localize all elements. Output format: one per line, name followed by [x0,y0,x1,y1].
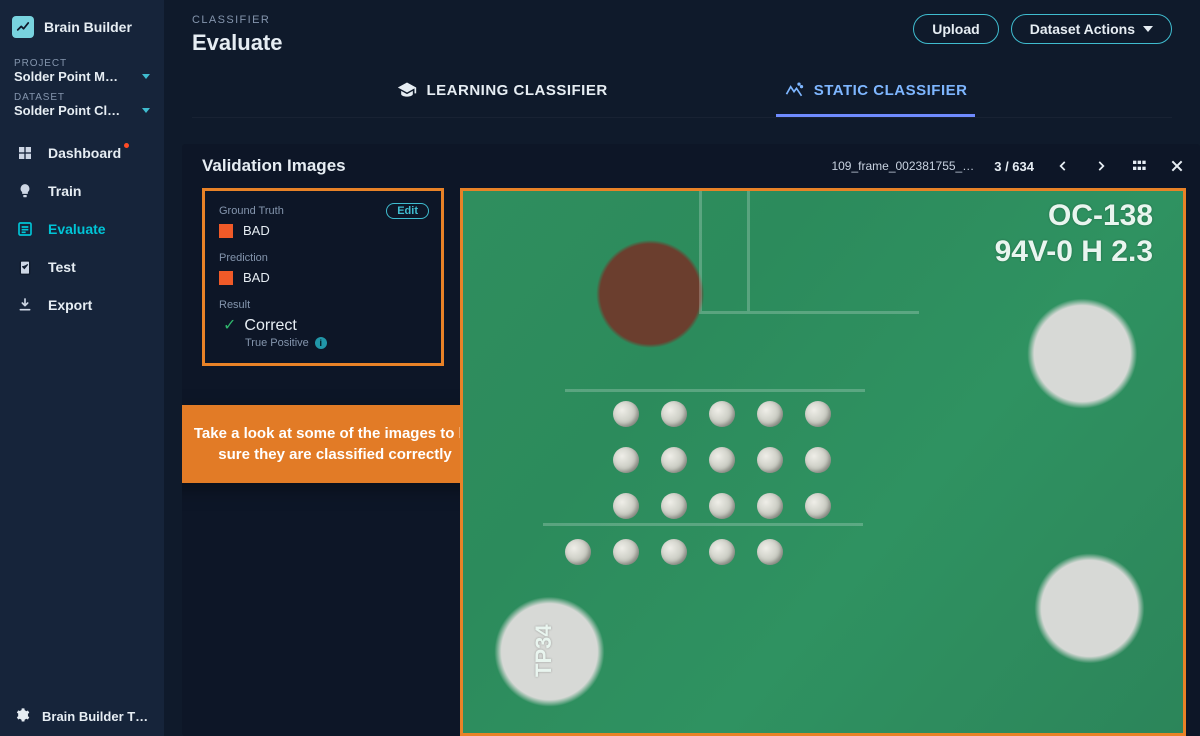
nav-test-label: Test [48,259,76,275]
chevron-down-icon [142,108,150,113]
main: CLASSIFIER Evaluate Upload Dataset Actio… [164,0,1200,736]
tab-static-classifier[interactable]: STATIC CLASSIFIER [776,68,976,117]
project-selector[interactable]: PROJECT Solder Point M… [0,52,164,86]
pcb-text-2: 94V-0 H 2.3 [995,235,1153,269]
brand-icon [12,16,34,38]
nav-dashboard-label: Dashboard [48,145,121,161]
sidebar-footer[interactable]: Brain Builder T… [0,697,164,736]
class-swatch-icon [219,224,233,238]
prediction-label: Prediction [219,252,427,264]
clipboard-check-icon [16,258,34,276]
next-button[interactable] [1092,157,1110,175]
sidebar: Brain Builder PROJECT Solder Point M… DA… [0,0,164,736]
brand-label: Brain Builder [44,19,132,35]
dataset-actions-button[interactable]: Dataset Actions [1011,14,1172,44]
panel-title: Validation Images [202,156,346,176]
close-button[interactable] [1168,157,1186,175]
grid-view-button[interactable] [1130,157,1148,175]
content-body: Edit Ground Truth BAD Prediction BAD [182,188,1200,736]
tab-learning-classifier[interactable]: LEARNING CLASSIFIER [389,68,616,117]
image-viewer[interactable]: OC-138 94V-0 H 2.3 TP34 [460,188,1186,736]
ground-truth-value: BAD [243,223,270,238]
download-icon [16,296,34,314]
content-panel: Validation Images 109_frame_002381755_… … [182,144,1200,736]
prediction-value: BAD [243,270,270,285]
result-subvalue: True Positive [245,337,309,349]
pcb-image: OC-138 94V-0 H 2.3 TP34 [463,191,1183,733]
sparkle-icon [784,80,804,100]
breadcrumb: CLASSIFIER Evaluate [192,14,283,56]
tabs: LEARNING CLASSIFIER STATIC CLASSIFIER [192,68,1172,118]
sidebar-footer-label: Brain Builder T… [42,709,148,724]
info-icon[interactable]: i [315,337,327,349]
chevron-down-icon [1143,26,1153,32]
checklist-icon [16,220,34,238]
breadcrumb-small: CLASSIFIER [192,14,283,26]
topbar: CLASSIFIER Evaluate Upload Dataset Actio… [164,0,1200,118]
tab-learning-label: LEARNING CLASSIFIER [427,82,608,99]
nav-train[interactable]: Train [0,172,164,210]
check-icon: ✓ [223,318,236,334]
nav-export-label: Export [48,297,92,313]
nav-evaluate[interactable]: Evaluate [0,210,164,248]
result-card: Edit Ground Truth BAD Prediction BAD [202,188,444,366]
nav-export[interactable]: Export [0,286,164,324]
pcb-text-1: OC-138 [1048,199,1153,233]
gear-icon [14,707,30,726]
result-value: Correct [244,317,296,335]
nav: Dashboard Train Evaluate Test [0,134,164,324]
class-swatch-icon [219,271,233,285]
hint-text: Take a look at some of the images to be … [194,425,476,463]
chevron-down-icon [142,74,150,79]
dataset-label: DATASET [14,92,150,103]
tab-static-label: STATIC CLASSIFIER [814,82,968,99]
nav-train-label: Train [48,183,81,199]
image-filename: 109_frame_002381755_… [831,159,974,173]
project-value: Solder Point M… [14,69,118,84]
page-title: Evaluate [192,30,283,56]
prev-button[interactable] [1054,157,1072,175]
nav-dashboard[interactable]: Dashboard [0,134,164,172]
image-counter: 3 / 634 [994,159,1034,174]
bulb-icon [16,182,34,200]
result-label: Result [219,299,427,311]
pcb-text-3: TP34 [531,624,557,677]
nav-test[interactable]: Test [0,248,164,286]
dataset-selector[interactable]: DATASET Solder Point Cl… [0,86,164,120]
edit-button[interactable]: Edit [386,203,429,219]
nav-evaluate-label: Evaluate [48,221,106,237]
grid-icon [16,144,34,162]
upload-button[interactable]: Upload [913,14,998,44]
project-label: PROJECT [14,58,150,69]
brand[interactable]: Brain Builder [0,12,164,52]
dataset-value: Solder Point Cl… [14,103,120,118]
graduation-cap-icon [397,80,417,100]
